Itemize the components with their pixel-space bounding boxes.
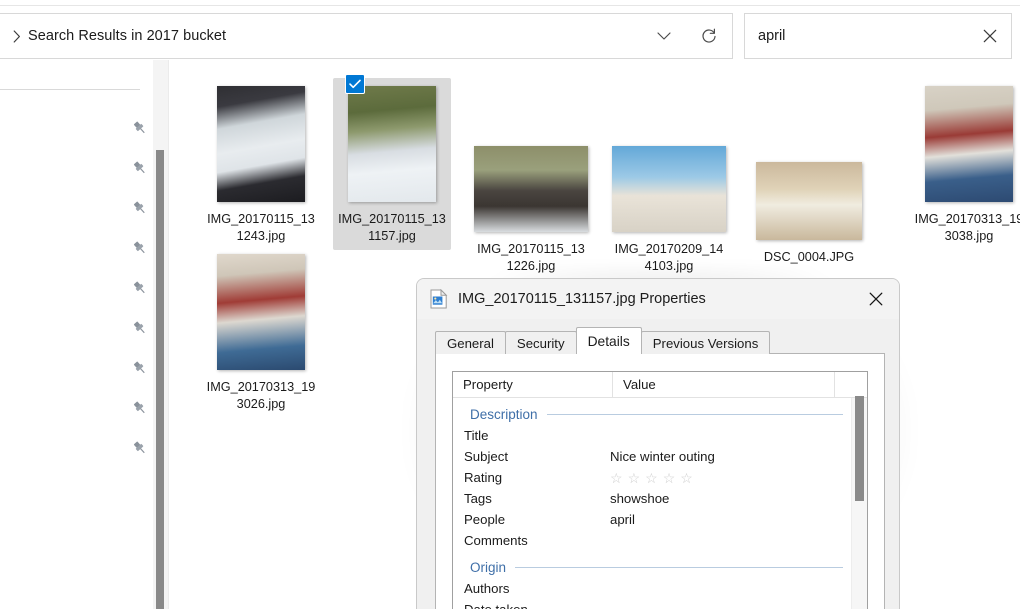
file-tile[interactable]: IMG_20170313_193038.jpg: [910, 78, 1020, 250]
file-tile-selected[interactable]: IMG_20170115_131157.jpg: [333, 74, 451, 250]
dialog-body: General Security Details Previous Versions …: [417, 319, 899, 609]
pin-icon[interactable]: [128, 396, 152, 420]
file-thumbnail-image: [217, 86, 305, 202]
star-icon[interactable]: ☆: [663, 471, 676, 485]
property-name: Tags: [464, 491, 492, 506]
file-thumbnail-wrapper: [474, 114, 588, 232]
property-group-title: Origin: [470, 560, 507, 575]
property-group-header: Origin: [453, 560, 867, 575]
file-thumbnail-wrapper: [925, 84, 1013, 202]
star-icon[interactable]: ☆: [610, 471, 623, 485]
property-name: People: [464, 512, 506, 527]
refresh-icon[interactable]: [686, 13, 732, 59]
details-tab-panel: Property Value Description Title Subject Ni…: [435, 353, 885, 609]
address-path-text[interactable]: Search Results in 2017 bucket: [25, 28, 642, 44]
property-name: Date taken: [453, 602, 609, 609]
star-icon[interactable]: ☆: [645, 471, 658, 485]
property-row[interactable]: Subject Nice winter outing: [453, 446, 867, 467]
file-thumbnail-image: [474, 146, 588, 232]
dialog-tabstrip: General Security Details Previous Versions: [435, 327, 771, 354]
search-box[interactable]: april: [744, 13, 1012, 59]
property-name: Title: [464, 428, 489, 443]
file-thumbnail-wrapper: [217, 84, 305, 202]
file-tile[interactable]: IMG_20170115_131243.jpg: [202, 78, 320, 250]
file-thumbnail-image: [925, 86, 1013, 202]
address-bar[interactable]: Search Results in 2017 bucket: [0, 13, 733, 59]
property-row[interactable]: Title: [453, 425, 867, 446]
column-header-value: Value: [613, 372, 835, 398]
property-row[interactable]: Rating ☆ ☆ ☆ ☆ ☆: [453, 467, 867, 488]
file-name-label: IMG_20170313_193026.jpg: [206, 380, 316, 411]
checkbox-checked-icon[interactable]: [345, 74, 365, 94]
property-group-header: Description: [453, 407, 867, 422]
pin-icon[interactable]: [128, 356, 152, 380]
property-list-header: Property Value: [453, 372, 867, 398]
properties-dialog: IMG_20170115_131157.jpg Properties Gener…: [416, 278, 900, 609]
property-value[interactable]: Nice winter outing: [609, 449, 867, 464]
dialog-titlebar[interactable]: IMG_20170115_131157.jpg Properties: [417, 279, 899, 319]
dialog-title: IMG_20170115_131157.jpg Properties: [458, 291, 706, 307]
column-header-property: Property: [453, 372, 613, 398]
file-tile[interactable]: IMG_20170209_144103.jpg: [610, 108, 728, 280]
property-row[interactable]: Comments: [453, 530, 867, 551]
tab-details[interactable]: Details: [575, 327, 642, 354]
tab-previous-versions[interactable]: Previous Versions: [640, 331, 771, 354]
property-group-rule: [515, 567, 843, 568]
close-icon[interactable]: [969, 13, 1011, 59]
property-row[interactable]: Tags showshoe: [453, 488, 867, 509]
property-group-title: Description: [470, 407, 538, 422]
pin-icon[interactable]: [128, 316, 152, 340]
pin-icon[interactable]: [128, 276, 152, 300]
nav-scrollbar-thumb[interactable]: [156, 150, 164, 609]
file-thumbnail-image: [756, 162, 862, 240]
picture-file-icon: [430, 288, 448, 309]
property-value[interactable]: showshoe: [609, 491, 867, 506]
pin-icon[interactable]: [128, 236, 152, 260]
file-tile[interactable]: IMG_20170115_131226.jpg: [472, 108, 590, 280]
navigation-pane: [0, 60, 150, 609]
file-thumbnail-wrapper: [612, 114, 726, 232]
pin-icon[interactable]: [128, 436, 152, 460]
column-header-spacer: [835, 372, 867, 398]
pin-icon[interactable]: [128, 156, 152, 180]
property-groups: Description Title Subject Nice winter outin…: [453, 407, 867, 609]
property-name: Authors: [464, 581, 510, 596]
pin-icon[interactable]: [128, 196, 152, 220]
nav-divider: [0, 89, 140, 90]
file-thumbnail-image: [612, 146, 726, 232]
file-explorer-window: Search Results in 2017 bucket april IMG_…: [0, 0, 1020, 609]
file-tile[interactable]: IMG_20170313_193026.jpg: [202, 246, 320, 418]
property-list[interactable]: Property Value Description Title Subject Ni…: [452, 371, 868, 609]
tab-general[interactable]: General: [435, 331, 506, 354]
property-group-rule: [546, 414, 843, 415]
file-thumbnail-image: [217, 254, 305, 370]
star-icon[interactable]: ☆: [680, 471, 693, 485]
file-name-label: IMG_20170313_193038.jpg: [914, 212, 1020, 243]
address-search-row: Search Results in 2017 bucket april: [0, 13, 1020, 60]
tab-security[interactable]: Security: [504, 331, 577, 354]
property-row[interactable]: People april: [453, 509, 867, 530]
property-value[interactable]: april: [609, 512, 867, 527]
file-thumbnail-image: [348, 86, 436, 202]
property-name: Subject: [464, 449, 508, 464]
chevron-right-icon[interactable]: [0, 13, 25, 59]
star-icon[interactable]: ☆: [628, 471, 641, 485]
file-thumbnail-wrapper: [756, 122, 862, 240]
file-thumbnail-wrapper: [217, 252, 305, 370]
property-row[interactable]: Authors: [453, 578, 867, 599]
property-name: Rating: [464, 470, 503, 485]
rating-stars[interactable]: ☆ ☆ ☆ ☆ ☆: [609, 471, 867, 485]
window-top-divider: [0, 5, 1020, 6]
search-input[interactable]: april: [745, 28, 969, 44]
file-name-label: IMG_20170115_131157.jpg: [338, 212, 446, 243]
property-row[interactable]: Date taken: [453, 599, 867, 609]
property-list-scrollbar-thumb[interactable]: [855, 396, 864, 501]
file-thumbnail-wrapper: [345, 74, 436, 202]
close-icon[interactable]: [853, 279, 899, 319]
file-name-label: IMG_20170115_131243.jpg: [207, 212, 315, 243]
pin-icon[interactable]: [128, 116, 152, 140]
file-tile[interactable]: DSC_0004.JPG: [750, 116, 868, 271]
chevron-down-icon[interactable]: [642, 13, 686, 59]
property-name: Comments: [464, 533, 528, 548]
